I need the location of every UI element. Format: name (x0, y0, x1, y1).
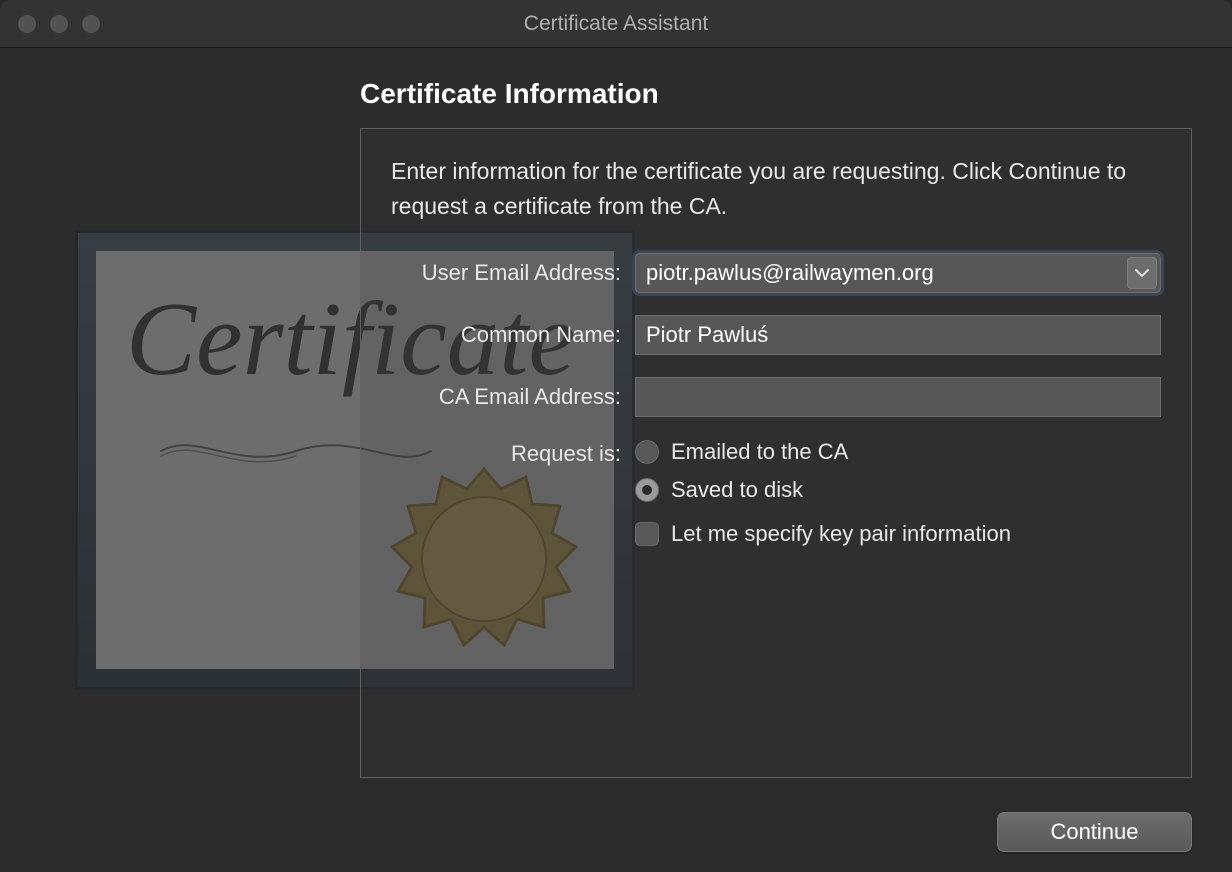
common-name-label: Common Name: (391, 322, 621, 348)
user-email-combo[interactable] (635, 253, 1161, 293)
content-area: Certificate (0, 48, 1232, 872)
minimize-window-button[interactable] (50, 15, 68, 33)
common-name-input[interactable] (635, 315, 1161, 355)
checkbox-option-specify[interactable]: Let me specify key pair information (635, 521, 1161, 547)
close-window-button[interactable] (18, 15, 36, 33)
radio-button-emailed[interactable] (635, 440, 659, 464)
radio-label-saved: Saved to disk (671, 477, 803, 503)
traffic-lights (18, 15, 100, 33)
ca-email-input[interactable] (635, 377, 1161, 417)
radio-option-saved[interactable]: Saved to disk (635, 477, 1161, 503)
radio-label-emailed: Emailed to the CA (671, 439, 848, 465)
user-email-dropdown-button[interactable] (1127, 257, 1157, 289)
ca-email-label: CA Email Address: (391, 384, 621, 410)
zoom-window-button[interactable] (82, 15, 100, 33)
page-heading: Certificate Information (360, 78, 1192, 110)
continue-button[interactable]: Continue (997, 812, 1192, 852)
footer: Continue (40, 798, 1192, 852)
titlebar: Certificate Assistant (0, 0, 1232, 48)
user-email-label: User Email Address: (391, 260, 621, 286)
form-panel: Enter information for the certificate yo… (360, 128, 1192, 778)
user-email-input[interactable] (635, 253, 1161, 293)
window: Certificate Assistant Certificate (0, 0, 1232, 872)
window-title: Certificate Assistant (0, 12, 1232, 36)
instruction-text: Enter information for the certificate yo… (391, 154, 1161, 223)
request-is-label: Request is: (391, 439, 621, 467)
checkbox-specify-keypair[interactable] (635, 522, 659, 546)
certificate-form: User Email Address: Common Name: CA Emai… (391, 253, 1161, 547)
checkbox-label-specify: Let me specify key pair information (671, 521, 1011, 547)
radio-button-saved[interactable] (635, 478, 659, 502)
chevron-down-icon (1135, 269, 1149, 277)
radio-option-emailed[interactable]: Emailed to the CA (635, 439, 1161, 465)
